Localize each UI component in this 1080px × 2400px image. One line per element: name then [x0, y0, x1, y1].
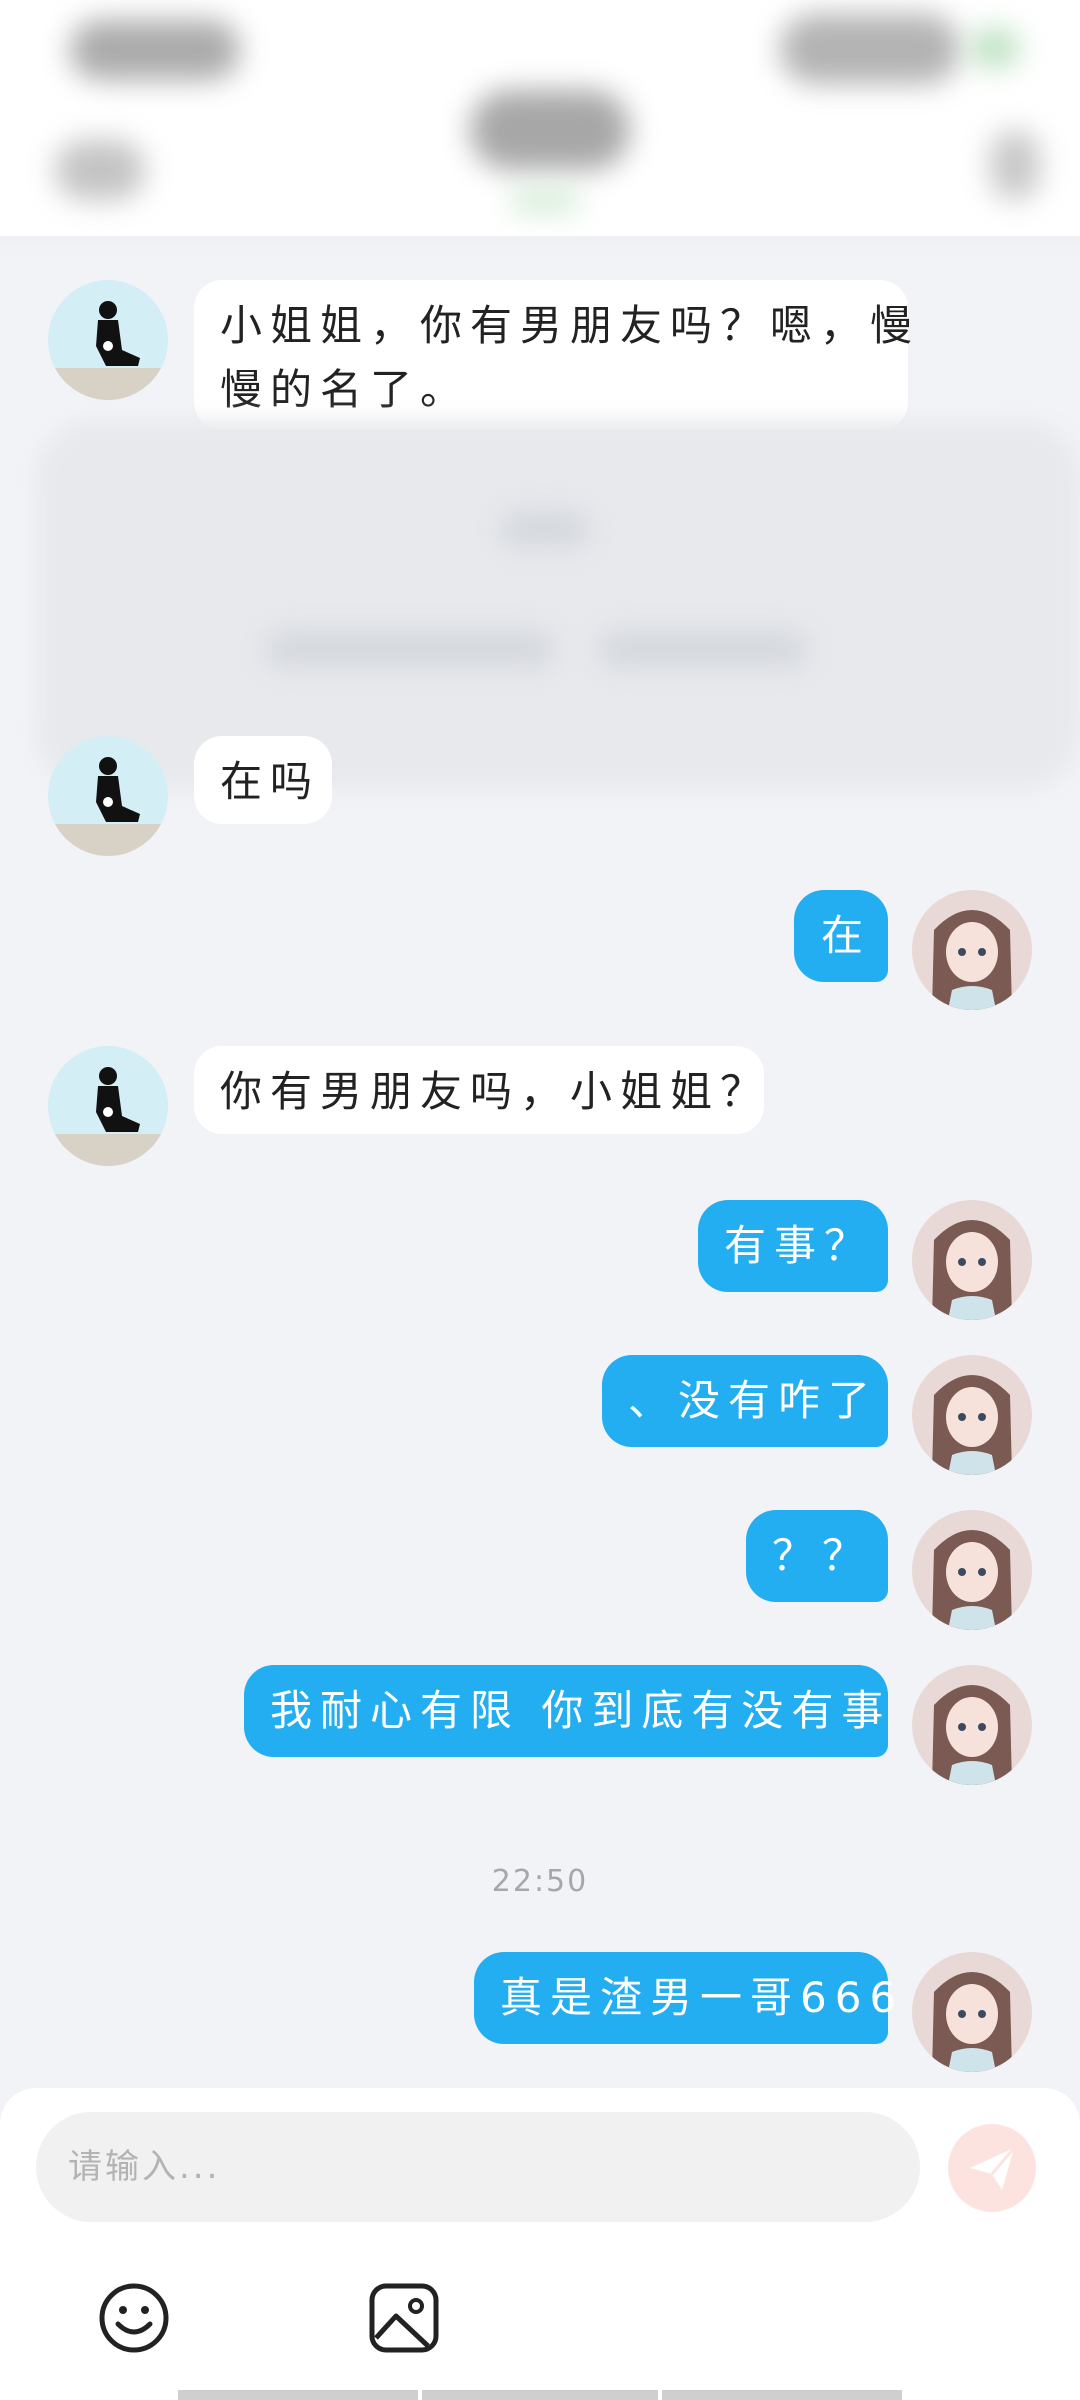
message-text: 小姐姐，你有男朋友吗？嗯，慢 — [220, 301, 921, 350]
message-bubble[interactable]: 在吗 — [194, 736, 332, 824]
my-avatar[interactable] — [912, 1665, 1032, 1785]
message-bubble[interactable]: 有事？ — [698, 1200, 888, 1292]
nav-bar-segment — [178, 2390, 418, 2400]
send-button[interactable] — [948, 2124, 1036, 2212]
anime-girl-avatar-icon — [912, 1952, 1032, 2072]
message-text: ？？ — [772, 1531, 873, 1580]
header-shadow — [0, 236, 1080, 258]
anime-girl-avatar-icon — [912, 1355, 1032, 1475]
message-text: 有事？ — [724, 1221, 875, 1270]
contact-avatar[interactable] — [48, 736, 168, 856]
nav-bar-segment — [662, 2390, 902, 2400]
message-bubble[interactable]: ？？ — [746, 1510, 888, 1602]
composer-panel: 请输入... — [0, 2088, 1080, 2400]
header-obscured-left — [70, 20, 240, 80]
message-bubble[interactable]: 我耐心有限 你到底有没有事 — [244, 1665, 888, 1757]
message-text: 在吗 — [220, 757, 321, 806]
header-obscured-menu — [990, 130, 1040, 200]
message-bubble[interactable]: 你有男朋友吗，小姐姐？ — [194, 1046, 764, 1134]
message-text: 在 — [820, 911, 871, 960]
message-text: 真是渣男一哥666 — [500, 1973, 905, 2022]
message-text: 、没有咋了 — [628, 1376, 879, 1425]
message-bubble[interactable]: 在 — [794, 890, 888, 982]
my-avatar[interactable] — [912, 1952, 1032, 2072]
obscured-line — [500, 510, 590, 548]
anime-girl-avatar-icon — [912, 890, 1032, 1010]
contact-avatar[interactable] — [48, 280, 168, 400]
my-avatar[interactable] — [912, 890, 1032, 1010]
emoji-button[interactable] — [96, 2280, 172, 2356]
nav-bar-segment — [422, 2390, 658, 2400]
header-obscured-back — [55, 140, 145, 200]
header-obscured-green — [970, 28, 1020, 68]
message-bubble[interactable]: 真是渣男一哥666 — [474, 1952, 896, 2044]
anime-girl-avatar-icon — [912, 1200, 1032, 1320]
header-obscured-status — [510, 190, 580, 212]
obscured-line — [598, 630, 808, 668]
obscured-region — [36, 420, 1080, 790]
emoji-icon — [99, 2283, 169, 2353]
message-bubble[interactable]: 、没有咋了 — [602, 1355, 888, 1447]
message-text: 慢的名了。 — [220, 365, 471, 414]
image-icon — [369, 2283, 439, 2353]
contact-avatar[interactable] — [48, 1046, 168, 1166]
anime-girl-avatar-icon — [912, 1665, 1032, 1785]
message-bubble[interactable]: 小姐姐，你有男朋友吗？嗯，慢 慢的名了。 — [194, 280, 921, 430]
message-input[interactable]: 请输入... — [36, 2112, 920, 2222]
chat-header — [0, 0, 1080, 240]
timestamp: 22:50 — [491, 1864, 589, 1899]
anime-girl-avatar-icon — [912, 1510, 1032, 1630]
obscured-line — [265, 630, 555, 668]
person-avatar-icon — [48, 280, 168, 400]
header-obscured-title — [470, 90, 630, 170]
my-avatar[interactable] — [912, 1200, 1032, 1320]
person-avatar-icon — [48, 736, 168, 856]
my-avatar[interactable] — [912, 1510, 1032, 1630]
message-text: 我耐心有限 你到底有没有事 — [270, 1686, 892, 1735]
image-button[interactable] — [366, 2280, 442, 2356]
person-avatar-icon — [48, 1046, 168, 1166]
message-text: 你有男朋友吗，小姐姐？ — [220, 1067, 771, 1116]
header-obscured-right — [780, 14, 960, 84]
send-icon — [970, 2147, 1016, 2190]
my-avatar[interactable] — [912, 1355, 1032, 1475]
